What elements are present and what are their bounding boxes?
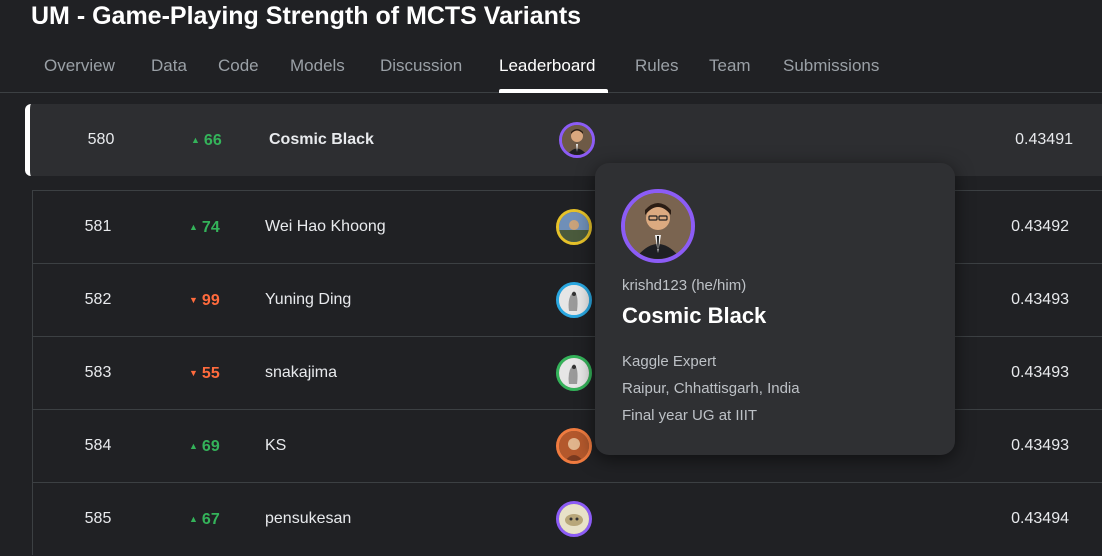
score: 0.43491 [1015, 131, 1073, 148]
score: 0.43493 [1011, 291, 1069, 308]
tab-leaderboard[interactable]: Leaderboard [499, 56, 595, 76]
team-name[interactable]: pensukesan [265, 483, 351, 555]
tab-overview[interactable]: Overview [44, 56, 115, 76]
rank-delta: ▲ 74 [189, 219, 220, 236]
avatar[interactable] [556, 209, 592, 245]
team-name[interactable]: Wei Hao Khoong [265, 191, 386, 263]
tab-code[interactable]: Code [218, 56, 259, 76]
active-tab-indicator [499, 89, 608, 93]
profile-bio: Final year UG at IIIT [622, 407, 758, 424]
arrow-up-icon: ▲ [189, 222, 198, 232]
arrow-up-icon: ▲ [189, 441, 198, 451]
profile-username: krishd123 (he/him) [622, 277, 747, 294]
rank-delta: ▼ 99 [189, 292, 220, 309]
tab-rules[interactable]: Rules [635, 56, 678, 76]
profile-display-name[interactable]: Cosmic Black [622, 303, 766, 329]
tab-discussion[interactable]: Discussion [380, 56, 462, 76]
tab-team[interactable]: Team [709, 56, 751, 76]
rank: 581 [84, 218, 112, 235]
tab-data[interactable]: Data [151, 56, 187, 76]
score: 0.43494 [1011, 510, 1069, 527]
profile-avatar[interactable] [621, 189, 695, 263]
page-title: UM - Game-Playing Strength of MCTS Varia… [31, 2, 582, 30]
table-row[interactable]: 585 ▲ 67 pensukesan 0.43494 [32, 482, 1102, 555]
score: 0.43492 [1011, 218, 1069, 235]
arrow-down-icon: ▼ [189, 295, 198, 305]
competition-tabs: Overview Data Code Models Discussion Lea… [0, 48, 1102, 93]
avatar[interactable] [556, 428, 592, 464]
rank-delta: ▲ 69 [189, 438, 220, 455]
team-name[interactable]: KS [265, 410, 286, 482]
arrow-up-icon: ▲ [189, 514, 198, 524]
avatar[interactable] [556, 282, 592, 318]
arrow-up-icon: ▲ [191, 135, 200, 145]
profile-hover-card: krishd123 (he/him) Cosmic Black Kaggle E… [595, 163, 955, 455]
profile-location: Raipur, Chhattisgarh, India [622, 380, 800, 397]
avatar[interactable] [556, 501, 592, 537]
score: 0.43493 [1011, 437, 1069, 454]
team-name[interactable]: Yuning Ding [265, 264, 351, 336]
tab-submissions[interactable]: Submissions [783, 56, 879, 76]
rank: 582 [84, 291, 112, 308]
rank: 583 [84, 364, 112, 381]
tab-models[interactable]: Models [290, 56, 345, 76]
avatar[interactable] [559, 122, 595, 158]
rank-delta: ▼ 55 [189, 365, 220, 382]
avatar[interactable] [556, 355, 592, 391]
rank: 580 [87, 131, 115, 148]
team-name[interactable]: Cosmic Black [269, 104, 374, 176]
rank: 585 [84, 510, 112, 527]
rank-delta: ▲ 67 [189, 511, 220, 528]
score: 0.43493 [1011, 364, 1069, 381]
rank-delta: ▲ 66 [191, 132, 222, 149]
team-name[interactable]: snakajima [265, 337, 337, 409]
rank: 584 [84, 437, 112, 454]
arrow-down-icon: ▼ [189, 368, 198, 378]
profile-tier: Kaggle Expert [622, 353, 717, 370]
